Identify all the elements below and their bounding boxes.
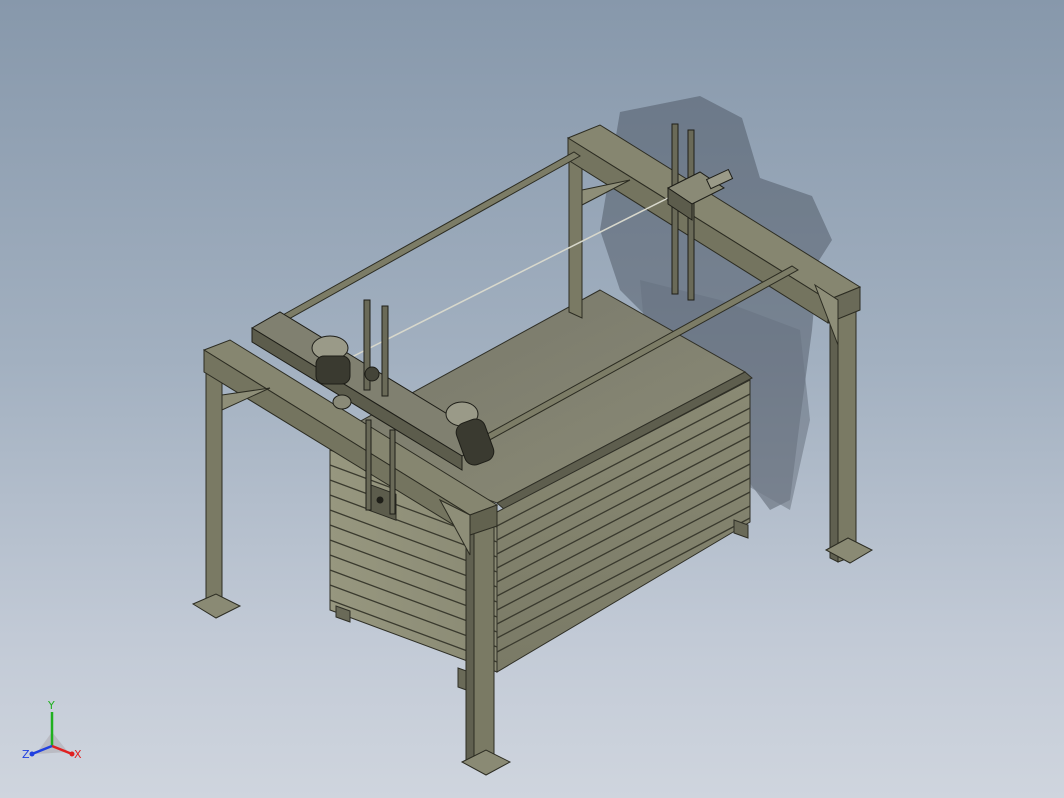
side-rail [255,151,581,335]
frame-leg [837,291,857,563]
model-scene[interactable] [0,0,1064,798]
z-axis-end-icon [29,751,35,757]
triad-graphic [29,712,75,757]
frame-leg [473,503,495,767]
control-knob-icon[interactable] [376,496,384,504]
x-axis-label: X [74,748,82,761]
belt-drive [315,355,351,385]
vertical-mast [365,419,372,511]
cad-viewport[interactable]: Y X Z [0,0,1064,798]
gear-icon [364,366,380,382]
motor-icon[interactable] [332,394,352,410]
y-axis-label: Y [48,699,55,712]
leg-foot-plate [191,593,242,619]
frame-leg [568,149,583,319]
axis-triad: Y X Z [18,699,88,772]
vertical-mast [381,305,389,397]
z-axis-label: Z [22,748,30,761]
frame-leg [205,357,223,606]
vertical-mast [389,429,396,515]
